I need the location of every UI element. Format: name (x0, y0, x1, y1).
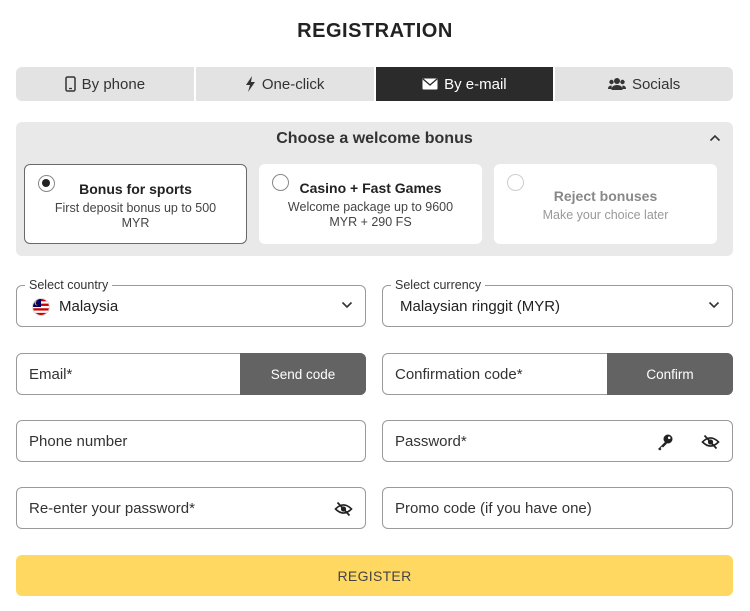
currency-legend: Select currency (391, 278, 486, 292)
bonus-card-reject[interactable]: Reject bonuses Make your choice later (494, 164, 717, 244)
register-button[interactable]: REGISTER (16, 555, 733, 596)
reenter-password-placeholder: Re-enter your password* (29, 500, 195, 517)
country-select[interactable]: Select country Malaysia (16, 278, 366, 327)
promo-code-field[interactable]: Promo code (if you have one) (382, 487, 733, 529)
lightning-icon (245, 76, 255, 92)
bonus-radio[interactable] (38, 175, 55, 192)
bonus-title: Bonus for sports (79, 181, 192, 197)
bonus-title: Casino + Fast Games (299, 180, 442, 196)
confirmation-code-field[interactable]: Confirmation code* Confirm (382, 353, 733, 395)
eye-slash-icon[interactable] (334, 500, 353, 518)
bonus-card-casino[interactable]: Casino + Fast Games Welcome package up t… (259, 164, 482, 244)
bonus-heading: Choose a welcome bonus (276, 130, 473, 147)
confirmation-placeholder: Confirmation code* (395, 366, 523, 383)
country-value: Malaysia (59, 298, 119, 315)
tab-label: By phone (81, 75, 146, 93)
send-code-button[interactable]: Send code (240, 353, 366, 395)
password-placeholder: Password* (395, 433, 467, 450)
chevron-up-icon[interactable] (709, 134, 721, 142)
confirm-button[interactable]: Confirm (607, 353, 733, 395)
password-field[interactable]: Password* (382, 420, 733, 462)
key-icon[interactable] (656, 433, 674, 451)
bonus-title: Reject bonuses (553, 188, 658, 204)
tab-label: Socials (631, 75, 681, 93)
tab-one-click[interactable]: One-click (196, 67, 376, 101)
smartphone-icon (64, 76, 76, 92)
country-legend: Select country (25, 278, 113, 292)
tab-socials[interactable]: Socials (555, 67, 733, 101)
currency-select[interactable]: Select currency Malaysian ringgit (MYR) (382, 278, 733, 327)
tab-label: One-click (261, 75, 325, 93)
currency-value: Malaysian ringgit (MYR) (400, 298, 561, 315)
envelope-icon (422, 78, 438, 90)
tab-by-email[interactable]: By e-mail (375, 67, 556, 101)
welcome-bonus-panel: Choose a welcome bonus Bonus for sports … (16, 122, 733, 256)
email-placeholder: Email* (29, 366, 73, 383)
chevron-down-icon (708, 301, 720, 309)
promo-placeholder: Promo code (if you have one) (395, 500, 592, 517)
chevron-down-icon (341, 301, 353, 309)
reenter-password-field[interactable]: Re-enter your password* (16, 487, 366, 529)
bonus-radio[interactable] (272, 174, 289, 191)
phone-placeholder: Phone number (29, 433, 128, 450)
users-icon (607, 78, 626, 90)
bonus-radio[interactable] (507, 174, 524, 191)
bonus-desc: First deposit bonus up to 500 MYR (54, 201, 217, 230)
email-field[interactable]: Email* Send code (16, 353, 366, 395)
bonus-card-sports[interactable]: Bonus for sports First deposit bonus up … (24, 164, 247, 244)
bonus-desc: Welcome package up to 9600 MYR + 290 FS (287, 200, 454, 229)
tab-label: By e-mail (444, 75, 507, 93)
page-title: REGISTRATION (297, 20, 453, 42)
registration-tabs: By phone One-click By e-mail Socials (16, 67, 733, 101)
eye-slash-icon[interactable] (701, 433, 720, 451)
tab-by-phone[interactable]: By phone (16, 67, 196, 101)
malaysia-flag-icon (32, 298, 50, 316)
bonus-desc: Make your choice later (542, 208, 669, 222)
phone-field[interactable]: Phone number (16, 420, 366, 462)
